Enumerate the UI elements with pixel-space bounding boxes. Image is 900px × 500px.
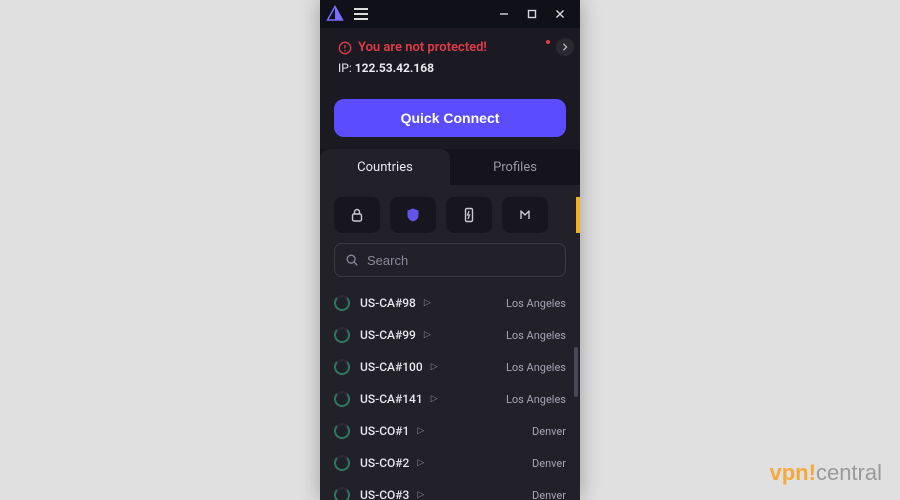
feature-secure-core[interactable]	[334, 197, 380, 233]
server-list[interactable]: US-CA#98 ▷ Los Angeles US-CA#99 ▷ Los Angeles…	[320, 287, 580, 500]
close-button[interactable]	[546, 0, 574, 28]
watermark-part-b: !	[809, 460, 816, 485]
status-text: You are not protected!	[358, 40, 487, 55]
expand-icon[interactable]: ▷	[431, 394, 438, 404]
server-city: Los Angeles	[506, 361, 566, 374]
search-field[interactable]	[334, 243, 566, 277]
expand-icon[interactable]: ▷	[417, 490, 424, 500]
server-row[interactable]: US-CO#2 ▷ Denver	[334, 447, 574, 479]
server-row[interactable]: US-CA#99 ▷ Los Angeles	[334, 319, 574, 351]
load-ring-icon	[334, 391, 350, 407]
expand-icon[interactable]: ▷	[417, 426, 424, 436]
watermark: vpn!central	[770, 460, 883, 486]
server-city: Los Angeles	[506, 329, 566, 342]
quick-connect-wrap: Quick Connect	[320, 81, 580, 149]
shield-icon	[405, 207, 421, 223]
status-area: You are not protected! IP: 122.53.42.168	[320, 28, 580, 81]
alert-icon	[338, 41, 352, 55]
menu-icon[interactable]	[354, 8, 368, 20]
ip-label: IP:	[338, 61, 355, 75]
feature-netshield[interactable]	[390, 197, 436, 233]
server-name: US-CO#1	[360, 424, 409, 438]
expand-icon[interactable]: ▷	[417, 458, 424, 468]
load-ring-icon	[334, 487, 350, 500]
expand-icon[interactable]: ▷	[424, 330, 431, 340]
server-city: Denver	[532, 425, 566, 438]
vpn-app-window: You are not protected! IP: 122.53.42.168…	[320, 0, 580, 500]
scrollbar-thumb[interactable]	[574, 347, 578, 397]
ip-row: IP: 122.53.42.168	[338, 61, 562, 75]
tab-countries[interactable]: Countries	[320, 149, 450, 185]
hop-icon	[517, 207, 533, 223]
load-ring-icon	[334, 455, 350, 471]
server-name: US-CA#141	[360, 392, 423, 406]
server-city: Denver	[532, 457, 566, 470]
expand-icon[interactable]: ▷	[424, 298, 431, 308]
load-ring-icon	[334, 359, 350, 375]
search-icon	[345, 253, 359, 267]
server-city: Los Angeles	[506, 393, 566, 406]
tab-profiles[interactable]: Profiles	[450, 149, 580, 185]
server-name: US-CO#3	[360, 488, 409, 500]
upgrade-strip-icon	[576, 197, 580, 233]
titlebar	[320, 0, 580, 28]
feature-p2p[interactable]	[446, 197, 492, 233]
chevron-right-icon[interactable]	[556, 38, 574, 56]
server-name: US-CO#2	[360, 456, 409, 470]
window-controls	[490, 0, 574, 28]
server-name: US-CA#98	[360, 296, 416, 310]
search-input[interactable]	[367, 253, 555, 268]
maximize-button[interactable]	[518, 0, 546, 28]
server-name: US-CA#100	[360, 360, 423, 374]
load-ring-icon	[334, 327, 350, 343]
search-wrap	[320, 243, 580, 287]
feature-tor[interactable]	[502, 197, 548, 233]
server-row[interactable]: US-CO#3 ▷ Denver	[334, 479, 574, 500]
server-row[interactable]: US-CA#98 ▷ Los Angeles	[334, 287, 574, 319]
load-ring-icon	[334, 295, 350, 311]
quick-connect-button[interactable]: Quick Connect	[334, 99, 566, 137]
ip-value: 122.53.42.168	[355, 61, 434, 75]
server-row[interactable]: US-CA#100 ▷ Los Angeles	[334, 351, 574, 383]
lock-icon	[349, 207, 365, 223]
watermark-part-c: central	[816, 460, 882, 485]
server-city: Denver	[532, 489, 566, 500]
minimize-button[interactable]	[490, 0, 518, 28]
protection-status: You are not protected!	[338, 40, 562, 55]
server-city: Los Angeles	[506, 297, 566, 310]
speed-icon	[461, 207, 477, 223]
server-name: US-CA#99	[360, 328, 416, 342]
feature-row	[320, 185, 580, 243]
server-row[interactable]: US-CO#1 ▷ Denver	[334, 415, 574, 447]
server-row[interactable]: US-CA#141 ▷ Los Angeles	[334, 383, 574, 415]
tabs: Countries Profiles	[320, 149, 580, 185]
load-ring-icon	[334, 423, 350, 439]
expand-icon[interactable]: ▷	[431, 362, 438, 372]
app-logo-icon	[326, 5, 344, 23]
watermark-part-a: vpn	[770, 460, 809, 485]
panel: US-CA#98 ▷ Los Angeles US-CA#99 ▷ Los Angeles…	[320, 185, 580, 500]
notification-dot-icon	[546, 40, 550, 44]
